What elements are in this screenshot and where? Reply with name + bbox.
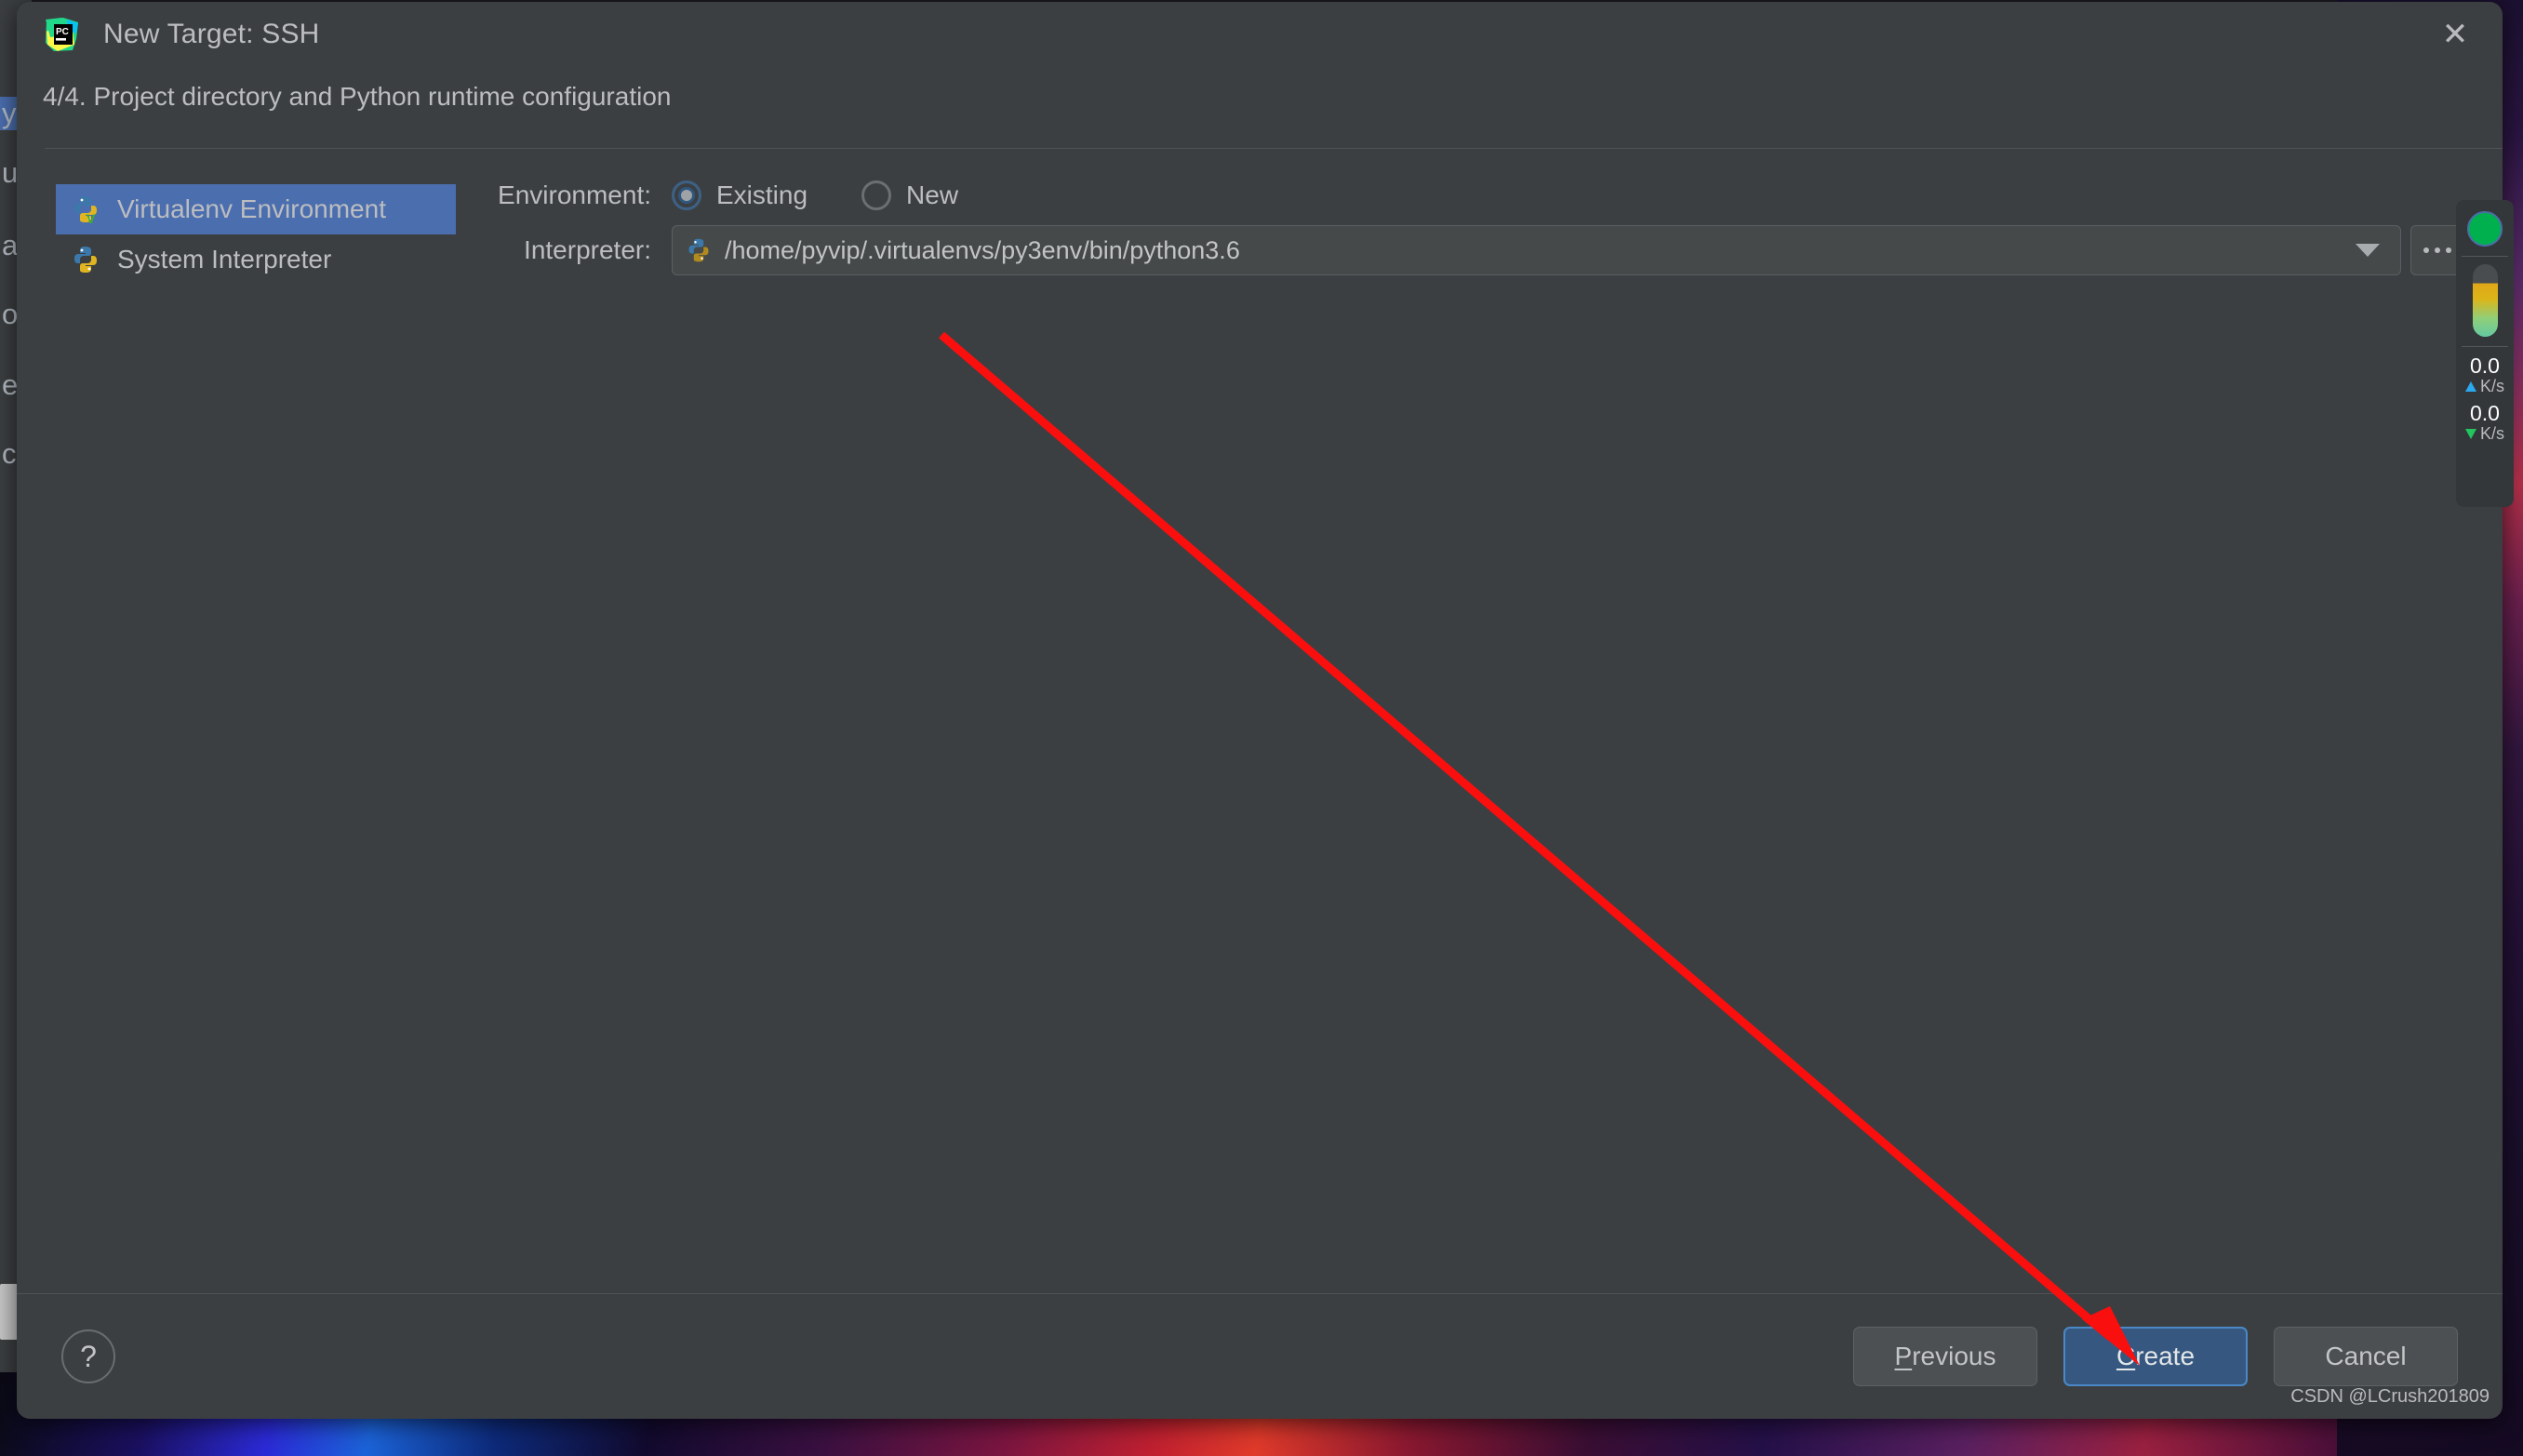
step-header: 4/4. Project directory and Python runtim… xyxy=(17,67,2503,125)
watermark: CSDN @LCrush201809 xyxy=(2290,1386,2490,1407)
dialog-content: V Virtualenv Environment System Interpre… xyxy=(17,149,2503,1293)
new-target-ssh-dialog: PC New Target: SSH ✕ 4/4. Project direct… xyxy=(17,2,2503,1419)
green-status-dot-icon xyxy=(2467,211,2503,247)
ghost-letter: e xyxy=(2,368,19,401)
pycharm-icon: PC xyxy=(45,17,80,52)
close-icon[interactable]: ✕ xyxy=(2428,7,2482,61)
arrow-down-icon xyxy=(2464,429,2476,440)
help-button[interactable]: ? xyxy=(61,1329,115,1383)
list-item-system-interpreter[interactable]: System Interpreter xyxy=(56,234,456,285)
download-unit-label: K/s xyxy=(2479,424,2504,444)
previous-button[interactable]: Previous xyxy=(1853,1327,2037,1386)
python-icon xyxy=(71,245,100,274)
interpreter-path-value: /home/pyvip/.virtualenvs/py3env/bin/pyth… xyxy=(725,235,1240,264)
cancel-button[interactable]: Cancel xyxy=(2274,1327,2458,1386)
create-button[interactable]: Create xyxy=(2063,1327,2248,1386)
arrow-up-icon xyxy=(2464,381,2476,393)
dialog-titlebar: PC New Target: SSH ✕ xyxy=(17,2,2503,67)
upload-value: 0.0 xyxy=(2470,354,2500,378)
ghost-letter: u xyxy=(2,156,19,189)
python-virtualenv-icon: V xyxy=(71,194,100,226)
python-icon xyxy=(686,237,712,263)
dialog-footer: ? Previous Create Cancel xyxy=(17,1294,2503,1419)
create-button-mnemonic: C xyxy=(2116,1342,2136,1370)
list-item-label: Virtualenv Environment xyxy=(117,194,386,223)
ghost-letter: o xyxy=(2,298,19,330)
ellipsis-icon xyxy=(2435,247,2441,253)
upload-stat: 0.0 K/s xyxy=(2464,354,2504,396)
interpreter-label: Interpreter: xyxy=(524,235,651,264)
divider xyxy=(2462,256,2508,257)
download-value: 0.0 xyxy=(2470,401,2500,426)
radio-existing[interactable]: Existing xyxy=(672,180,808,210)
svg-text:PC: PC xyxy=(56,27,69,37)
chevron-down-icon[interactable] xyxy=(2355,244,2380,257)
radio-existing-label: Existing xyxy=(716,180,808,209)
radio-existing-dot xyxy=(672,180,701,210)
ellipsis-icon xyxy=(2423,247,2430,253)
create-button-label: reate xyxy=(2135,1342,2196,1370)
list-item-virtualenv-environment[interactable]: V Virtualenv Environment xyxy=(56,184,456,234)
ghost-letter: a xyxy=(2,229,19,261)
svg-text:V: V xyxy=(87,211,96,224)
radio-new-dot xyxy=(861,180,892,210)
interpreter-row: Interpreter: /home/pyvip/.virtualenvs/py… xyxy=(482,225,2465,275)
previous-button-mnemonic: P xyxy=(1894,1342,1913,1370)
upload-unit: K/s xyxy=(2464,377,2504,396)
dialog-title: New Target: SSH xyxy=(103,19,320,49)
download-unit: K/s xyxy=(2464,424,2504,444)
environment-form: Environment: Existing New Interpreter: /… xyxy=(482,180,2465,290)
radio-new[interactable]: New xyxy=(861,180,958,210)
radio-new-label: New xyxy=(906,180,959,209)
divider xyxy=(2462,346,2508,347)
network-monitor-widget[interactable]: 0.0 K/s 0.0 K/s xyxy=(2456,200,2514,507)
environment-label: Environment: xyxy=(498,180,651,209)
environment-row: Environment: Existing New xyxy=(482,180,2465,210)
previous-button-label: revious xyxy=(1912,1342,1996,1370)
download-stat: 0.0 K/s xyxy=(2464,401,2504,444)
environment-radio-group: Existing New xyxy=(672,180,1012,210)
interpreter-combobox[interactable]: /home/pyvip/.virtualenvs/py3env/bin/pyth… xyxy=(672,225,2401,275)
ghost-letter: c xyxy=(2,437,17,470)
step-description: 4/4. Project directory and Python runtim… xyxy=(43,82,672,111)
ellipsis-icon xyxy=(2446,247,2452,253)
ghost-letter: y xyxy=(2,97,17,129)
upload-unit-label: K/s xyxy=(2479,377,2504,396)
memory-gauge xyxy=(2472,264,2498,337)
footer-actions: Previous Create Cancel xyxy=(1853,1327,2458,1386)
environment-type-list: V Virtualenv Environment System Interpre… xyxy=(56,184,456,285)
list-item-label: System Interpreter xyxy=(117,245,332,274)
